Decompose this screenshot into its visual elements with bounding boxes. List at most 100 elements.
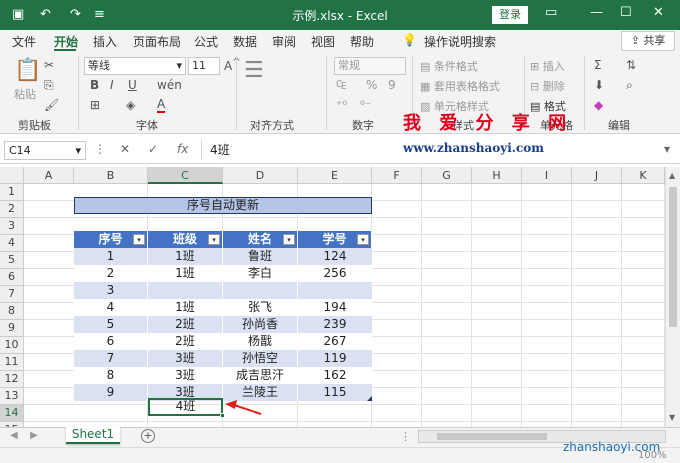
table-cell[interactable]: 成吉思汗 (223, 367, 298, 384)
row-header-12[interactable]: 12 (0, 371, 24, 388)
clear-icon[interactable]: ◆ (594, 98, 603, 112)
alignment-icon[interactable]: ☰ (244, 58, 264, 83)
table-cell[interactable] (223, 282, 298, 299)
tab-view[interactable]: 视图 (311, 33, 335, 50)
table-cell[interactable] (298, 282, 372, 299)
table-cell[interactable]: 2 (74, 265, 148, 282)
row-header-1[interactable]: 1 (0, 184, 24, 201)
add-sheet-button[interactable]: + (141, 429, 155, 443)
maximize-button[interactable]: ☐ (620, 5, 632, 20)
table-cell[interactable]: 孙悟空 (223, 350, 298, 367)
filter-dropdown-icon[interactable]: ▾ (133, 234, 145, 245)
sheet-tab-sheet1[interactable]: Sheet1 (66, 426, 120, 444)
row-header-8[interactable]: 8 (0, 303, 24, 320)
table-cell[interactable]: 2班 (148, 333, 223, 350)
format-painter-icon[interactable]: 🖌 (44, 98, 59, 112)
currency-icon[interactable]: ₠ (336, 78, 347, 92)
row-header-2[interactable]: 2 (0, 201, 24, 218)
table-cell[interactable]: 1班 (148, 248, 223, 265)
comma-icon[interactable]: 9 (388, 78, 396, 92)
column-header-a[interactable]: A (24, 167, 74, 184)
cut-icon[interactable]: ✂ (44, 58, 54, 72)
column-header-d[interactable]: D (223, 167, 298, 184)
table-cell[interactable]: 3班 (148, 350, 223, 367)
table-cell[interactable]: 杨戬 (223, 333, 298, 350)
scroll-up-icon[interactable]: ▲ (669, 171, 675, 180)
insert-cells-button[interactable]: ⊞ 插入 (530, 58, 565, 74)
italic-button[interactable]: I (110, 78, 114, 92)
prev-sheet-icon[interactable]: ◀ (10, 430, 18, 441)
column-header-j[interactable]: J (572, 167, 622, 184)
table-cell[interactable]: 4 (74, 299, 148, 316)
table-cell[interactable]: 李白 (223, 265, 298, 282)
table-cell[interactable]: 5 (74, 316, 148, 333)
table-cell[interactable]: 6 (74, 333, 148, 350)
table-cell[interactable]: 兰陵王 (223, 384, 298, 401)
table-cell[interactable]: 3班 (148, 367, 223, 384)
row-header-13[interactable]: 13 (0, 388, 24, 405)
decrease-decimal-icon[interactable]: ⁰⁻ (360, 98, 371, 112)
ribbon-display-icon[interactable]: ▭ (545, 5, 557, 20)
column-header-h[interactable]: H (472, 167, 522, 184)
table-cell[interactable]: 119 (298, 350, 372, 367)
table-cell[interactable]: 267 (298, 333, 372, 350)
font-size-up-icon[interactable]: A^ (224, 57, 241, 73)
row-header-10[interactable]: 10 (0, 337, 24, 354)
share-button[interactable]: ⇪ 共享 (621, 31, 675, 51)
row-header-5[interactable]: 5 (0, 252, 24, 269)
table-cell[interactable]: 124 (298, 248, 372, 265)
table-cell[interactable]: 115 (298, 384, 372, 401)
next-sheet-icon[interactable]: ▶ (30, 430, 38, 441)
table-cell[interactable]: 孙尚香 (223, 316, 298, 333)
row-header-11[interactable]: 11 (0, 354, 24, 371)
name-box[interactable]: C14 ▾ (4, 141, 86, 160)
table-cell[interactable]: 张飞 (223, 299, 298, 316)
table-cell[interactable]: 7 (74, 350, 148, 367)
table-cell[interactable]: 9 (74, 384, 148, 401)
filter-dropdown-icon[interactable]: ▾ (283, 234, 295, 245)
table-cell[interactable]: 2班 (148, 316, 223, 333)
row-header-7[interactable]: 7 (0, 286, 24, 303)
tab-data[interactable]: 数据 (233, 33, 257, 50)
row-header-3[interactable]: 3 (0, 218, 24, 235)
table-cell[interactable]: 239 (298, 316, 372, 333)
column-header-b[interactable]: B (74, 167, 148, 184)
table-cell[interactable]: 鲁班 (223, 248, 298, 265)
table-cell[interactable]: 1班 (148, 265, 223, 282)
column-header-i[interactable]: I (522, 167, 572, 184)
login-button[interactable]: 登录 (492, 6, 528, 24)
column-header-k[interactable]: K (622, 167, 665, 184)
underline-button[interactable]: U (128, 78, 137, 92)
tab-review[interactable]: 审阅 (272, 33, 296, 50)
bold-button[interactable]: B (90, 78, 99, 92)
selected-cell[interactable] (148, 398, 223, 416)
fill-color-icon[interactable]: ◈ (126, 98, 135, 112)
column-header-e[interactable]: E (298, 167, 372, 184)
scroll-thumb[interactable] (669, 187, 677, 327)
autosum-icon[interactable]: Σ (594, 58, 602, 72)
percent-icon[interactable]: % (366, 78, 377, 92)
find-select-icon[interactable]: ⌕ (626, 78, 633, 93)
conditional-format-button[interactable]: ▤ 条件格式 (420, 58, 478, 74)
row-header-14[interactable]: 14 (0, 405, 24, 422)
font-size-select[interactable]: 11 (188, 57, 220, 75)
zoom-level[interactable]: 100% (638, 450, 667, 461)
borders-icon[interactable]: ⊞ (90, 98, 100, 112)
table-cell[interactable]: 1 (74, 248, 148, 265)
table-cell[interactable]: 3 (74, 282, 148, 299)
table-cell[interactable]: 162 (298, 367, 372, 384)
sort-filter-icon[interactable]: ⇅ (626, 58, 636, 72)
font-color-button[interactable]: A (157, 98, 166, 113)
column-header-c[interactable]: C (148, 167, 223, 184)
table-cell[interactable]: 8 (74, 367, 148, 384)
filter-dropdown-icon[interactable]: ▾ (208, 234, 220, 245)
scroll-down-icon[interactable]: ▼ (669, 413, 675, 422)
wen-icon[interactable]: wén (157, 78, 182, 92)
hscroll-thumb[interactable] (437, 433, 547, 440)
tab-page-layout[interactable]: 页面布局 (133, 33, 181, 50)
increase-decimal-icon[interactable]: ⁺⁰ (336, 98, 347, 112)
tab-file[interactable]: 文件 (12, 33, 36, 50)
column-header-f[interactable]: F (372, 167, 422, 184)
table-cell[interactable]: 256 (298, 265, 372, 282)
row-header-4[interactable]: 4 (0, 235, 24, 252)
